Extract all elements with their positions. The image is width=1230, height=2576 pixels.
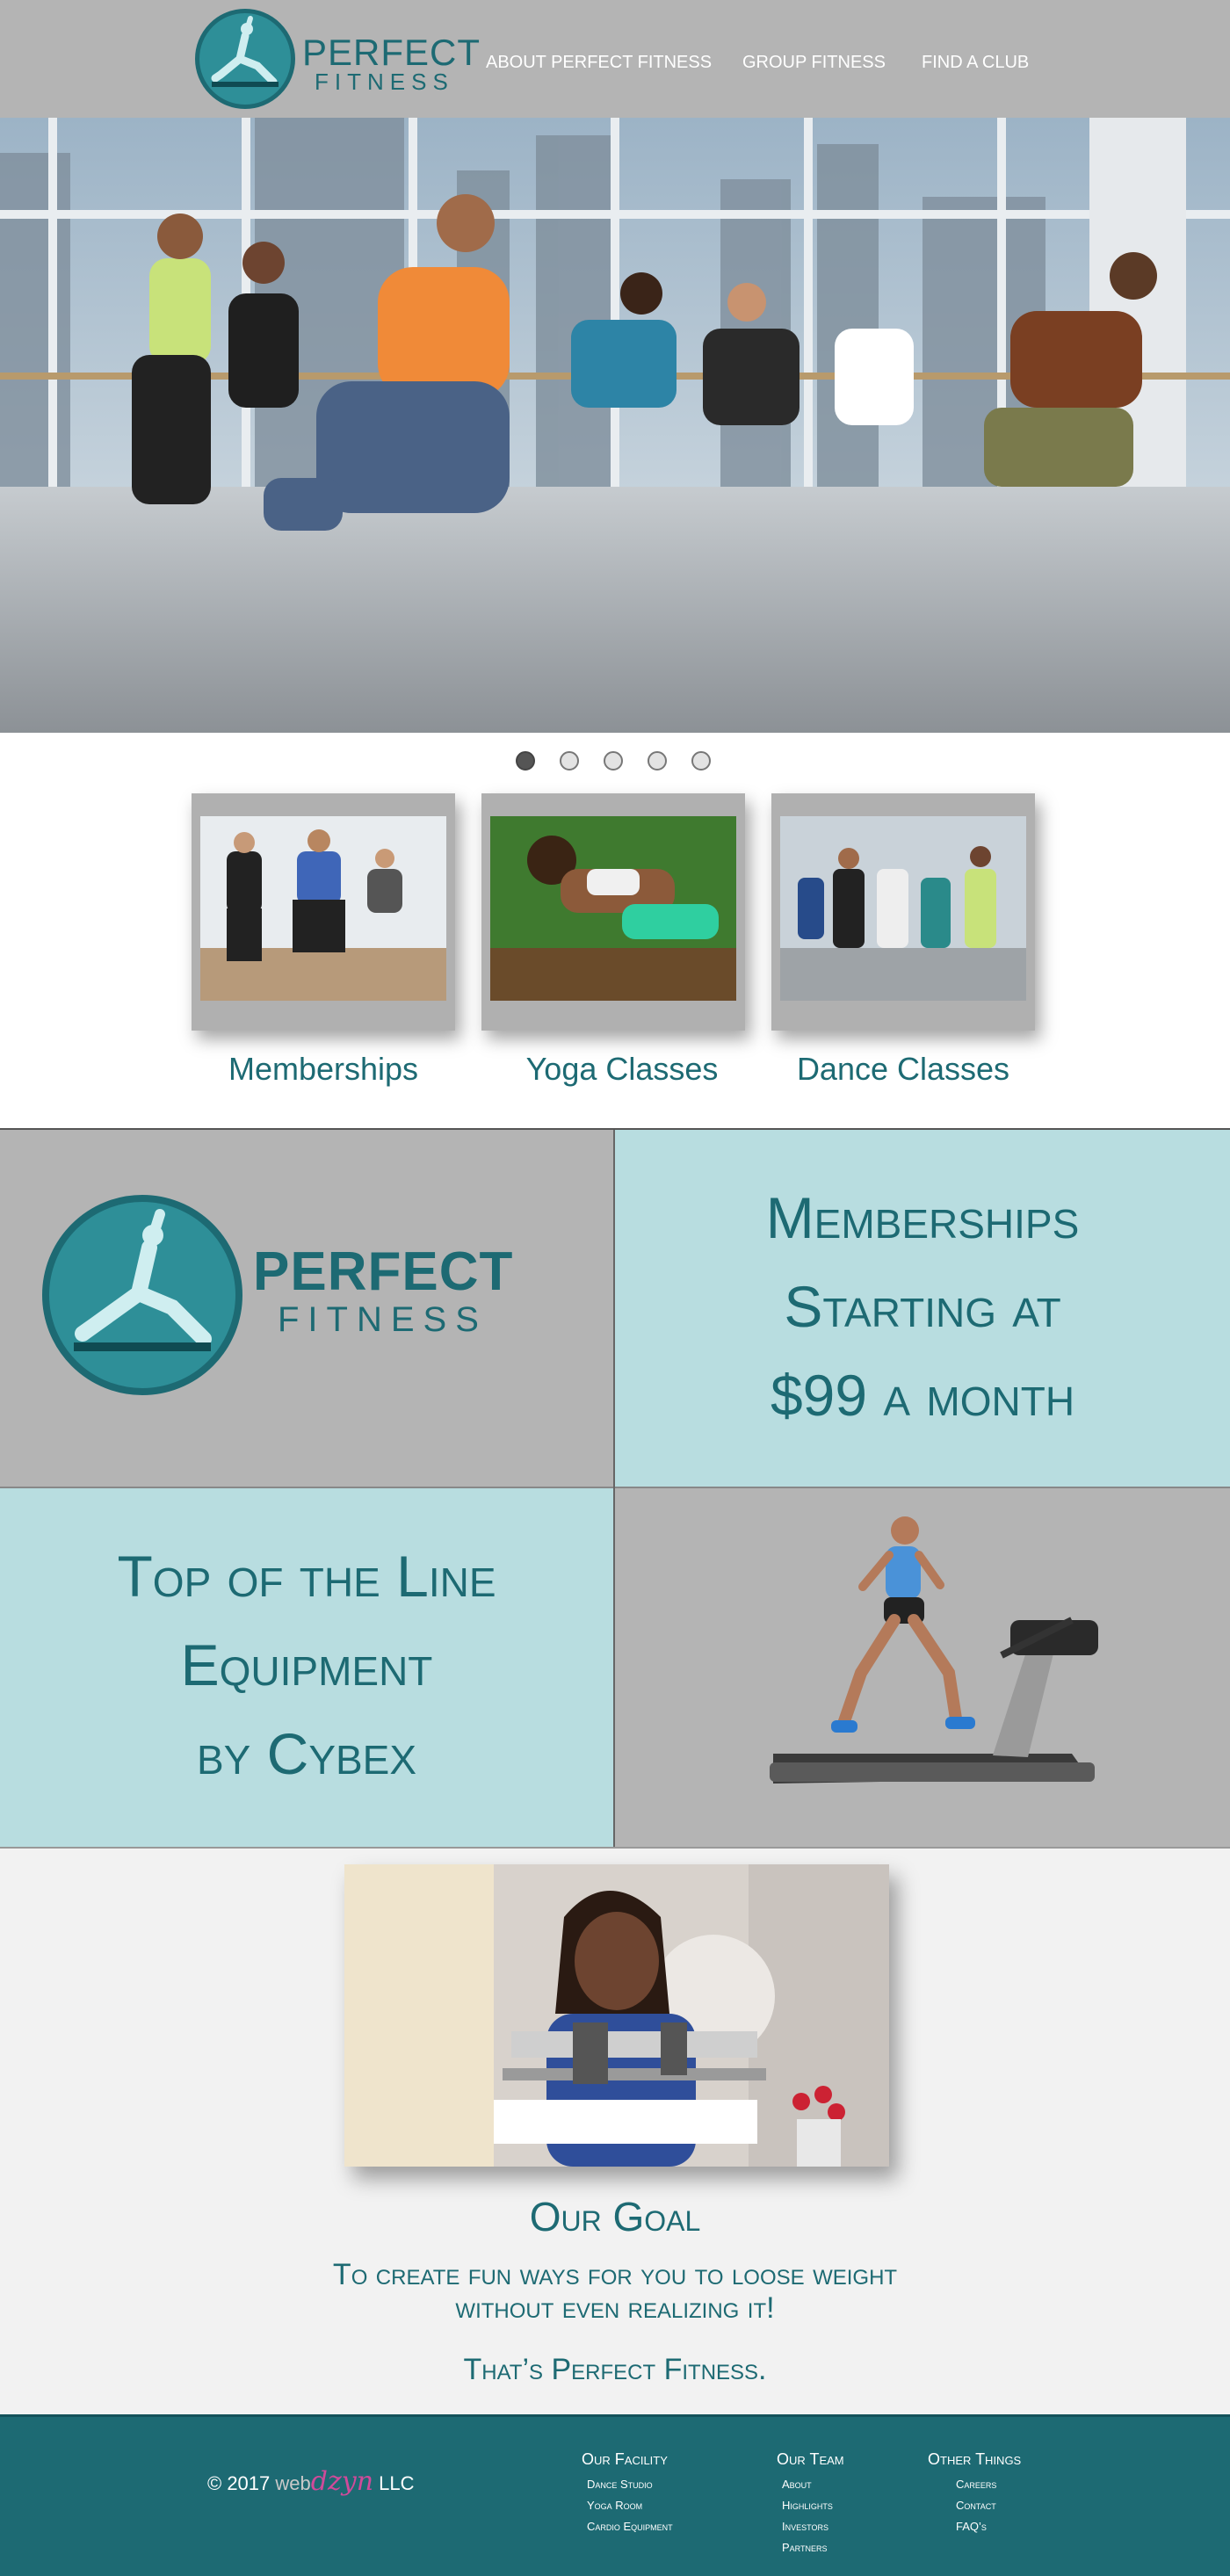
promo-line: Memberships — [765, 1185, 1080, 1250]
footer-column-facility: Our Facility Dance Studio Yoga Room Card… — [582, 2450, 673, 2537]
footer-heading: Other Things — [928, 2450, 1022, 2468]
footer-brand-script: dzyn — [310, 2466, 374, 2497]
footer-link-yoga-room[interactable]: Yoga Room — [582, 2495, 673, 2516]
footer-brand-suffix: LLC — [379, 2472, 415, 2494]
goal-text-line: without even realizing it! — [455, 2291, 775, 2325]
tile-separator — [613, 1130, 615, 1847]
footer-link-dance-studio[interactable]: Dance Studio — [582, 2474, 673, 2495]
slider-dot[interactable] — [560, 751, 579, 771]
footer-link-highlights[interactable]: Highlights — [777, 2495, 844, 2516]
brand-logo-icon — [42, 1195, 242, 1395]
slider-dot[interactable] — [691, 751, 711, 771]
site-header: PERFECT FITNESS ABOUT PERFECT FITNESS GR… — [0, 0, 1230, 118]
memberships-link[interactable]: Memberships — [174, 1051, 473, 1088]
memberships-promo-tile: Memberships Starting at $99 a month — [615, 1130, 1230, 1487]
footer-column-other: Other Things Careers Contact FAQ’s — [928, 2450, 1021, 2537]
footer-brand-part: web — [275, 2472, 311, 2494]
slider-dot[interactable] — [516, 751, 535, 771]
goal-photo — [344, 1864, 889, 2167]
footer-heading: Our Facility — [582, 2450, 668, 2468]
site-footer: © 2017 webdzyn LLC Our Facility Dance St… — [0, 2414, 1230, 2576]
copyright: © 2017 webdzyn LLC — [207, 2466, 415, 2497]
nav-find-club[interactable]: FIND A CLUB — [922, 53, 1029, 73]
hero-slide-image — [0, 118, 1230, 733]
promo-line: Top of the Line — [117, 1544, 496, 1609]
promo-line: by Cybex — [196, 1721, 417, 1786]
nav-group-fitness[interactable]: GROUP FITNESS — [742, 53, 886, 73]
footer-link-careers[interactable]: Careers — [928, 2474, 1021, 2495]
footer-link-about[interactable]: About — [777, 2474, 844, 2495]
nav-about[interactable]: ABOUT PERFECT FITNESS — [486, 53, 712, 73]
goal-tagline: That’s Perfect Fitness. — [463, 2353, 767, 2386]
footer-link-faqs[interactable]: FAQ’s — [928, 2516, 1021, 2537]
main-nav: ABOUT PERFECT FITNESS GROUP FITNESS FIND… — [0, 53, 1230, 79]
footer-link-investors[interactable]: Investors — [777, 2516, 844, 2537]
goal-title: Our Goal — [529, 2194, 701, 2240]
dance-photo — [780, 816, 1026, 1001]
copyright-prefix: © 2017 — [207, 2472, 271, 2494]
yoga-photo — [490, 816, 736, 1001]
slider-dot[interactable] — [604, 751, 623, 771]
footer-link-contact[interactable]: Contact — [928, 2495, 1021, 2516]
treadmill-tile — [615, 1488, 1230, 1847]
goal-text-line: To create fun ways for you to loose weig… — [332, 2258, 898, 2291]
footer-link-cardio-equipment[interactable]: Cardio Equipment — [582, 2516, 673, 2537]
promo-price: $99 a month — [770, 1363, 1075, 1428]
dance-classes-link[interactable]: Dance Classes — [754, 1051, 1053, 1088]
promo-line: Equipment — [180, 1632, 433, 1697]
equipment-promo-tile: Top of the Line Equipment by Cybex — [0, 1488, 613, 1847]
brand-logo-text-secondary: FITNESS — [278, 1300, 488, 1339]
brand-logo-text-primary: PERFECT — [253, 1241, 514, 1302]
footer-link-partners[interactable]: Partners — [777, 2537, 844, 2558]
yoga-classes-link[interactable]: Yoga Classes — [473, 1051, 771, 1088]
promo-line: Starting at — [784, 1274, 1061, 1339]
treadmill-photo — [770, 1516, 1098, 1784]
slider-dot[interactable] — [648, 751, 667, 771]
slider-pagination — [0, 751, 1230, 772]
memberships-card[interactable] — [192, 793, 455, 1031]
footer-heading: Our Team — [777, 2450, 844, 2468]
dance-classes-card[interactable] — [771, 793, 1035, 1031]
memberships-photo — [200, 816, 446, 1001]
yoga-classes-card[interactable] — [481, 793, 745, 1031]
footer-column-team: Our Team About Highlights Investors Part… — [777, 2450, 844, 2558]
